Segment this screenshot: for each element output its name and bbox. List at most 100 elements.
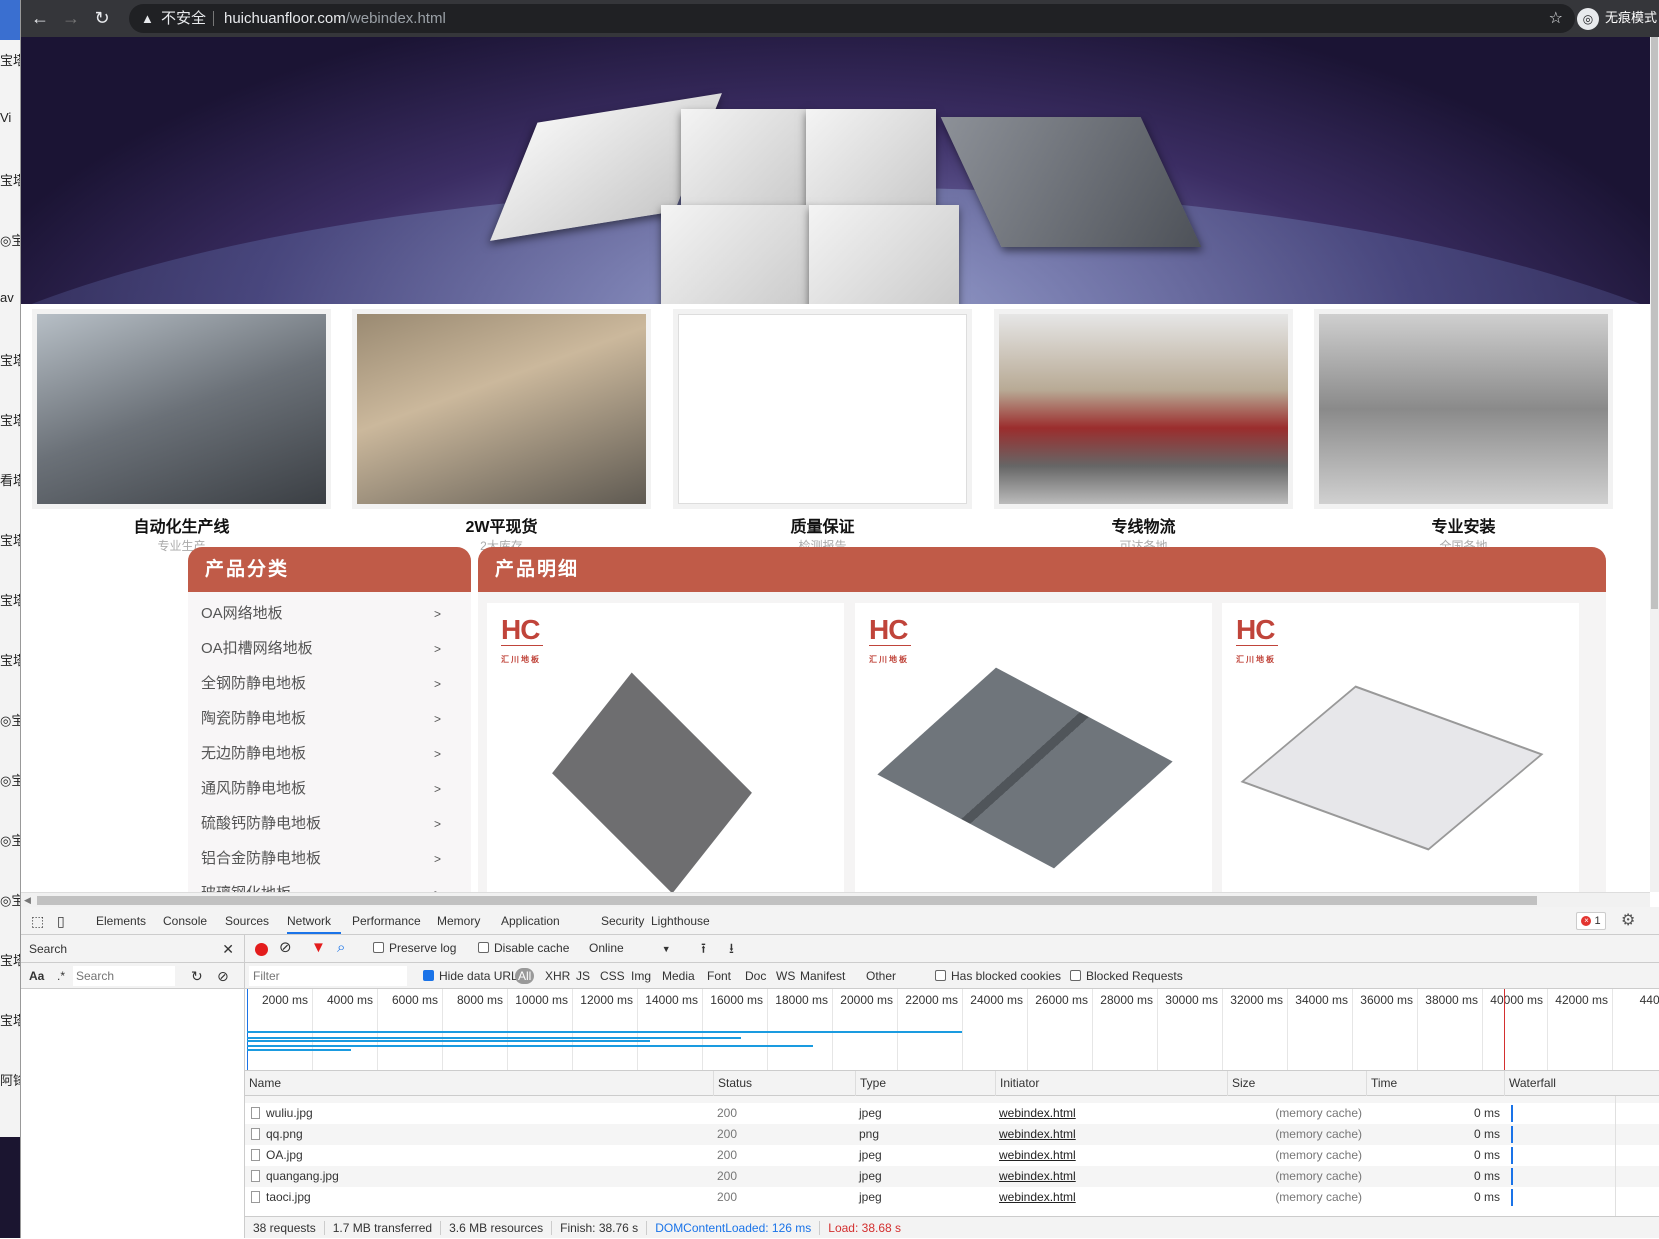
match-case-toggle[interactable]: Aa (29, 963, 44, 989)
tab-console[interactable]: Console (163, 907, 207, 934)
error-count-badge[interactable]: × 1 (1576, 912, 1606, 930)
column-header-size[interactable]: Size (1227, 1071, 1255, 1096)
type-filter-img[interactable]: Img (631, 963, 651, 989)
product-card[interactable]: HC 汇川地板 (487, 603, 844, 892)
network-timeline-overview[interactable]: 2000 ms 4000 ms 6000 ms 8000 ms 10000 ms 1200… (245, 989, 1659, 1071)
filter-input[interactable] (249, 966, 407, 986)
column-header-time[interactable]: Time (1366, 1071, 1397, 1096)
type-filter-other[interactable]: Other (866, 963, 896, 989)
timeline-start (247, 989, 248, 1070)
scroll-left-icon[interactable]: ◀ (24, 893, 31, 907)
category-item[interactable]: 全钢防静电地板 > (201, 672, 441, 696)
request-initiator[interactable]: webindex.html (999, 1145, 1076, 1166)
table-row[interactable]: OA.jpg 200 jpeg webindex.html (memory cache)… (245, 1145, 1659, 1166)
bookmark-star-icon[interactable]: ☆ (1549, 4, 1563, 33)
tab-performance[interactable]: Performance (352, 907, 421, 934)
export-har-icon[interactable]: ⭳ (729, 935, 734, 961)
background-window: 宝塔Vi宝塔◎宝av宝塔宝塔看塔宝塔宝塔宝塔◎宝◎宝◎宝◎宝宝塔宝塔阿锋 (0, 0, 21, 1238)
type-filter-manifest[interactable]: Manifest (800, 963, 845, 989)
hide-data-urls-checkbox[interactable]: Hide data URLs (423, 963, 524, 989)
table-row[interactable]: quangang.jpg 200 jpeg webindex.html (memory … (245, 1166, 1659, 1187)
clear-icon[interactable]: ⊘ (279, 935, 292, 961)
type-filter-js[interactable]: JS (576, 963, 590, 989)
tab-application[interactable]: Application (501, 907, 560, 934)
type-filter-font[interactable]: Font (707, 963, 731, 989)
type-filter-all[interactable]: All (515, 968, 535, 984)
type-filter-doc[interactable]: Doc (745, 963, 766, 989)
address-bar[interactable]: ▲ 不安全 huichuanfloor.com/webindex.html ☆ (129, 4, 1575, 33)
page-vertical-scrollbar[interactable] (1650, 37, 1659, 892)
search-icon[interactable]: ⌕ (337, 935, 345, 961)
blocked-requests-checkbox[interactable]: Blocked Requests (1070, 963, 1183, 989)
tab-network[interactable]: Network (287, 907, 342, 934)
request-initiator[interactable]: webindex.html (999, 1103, 1076, 1124)
category-label: 通风防静电地板 (201, 780, 307, 797)
filter-icon[interactable]: ▼ (311, 935, 326, 961)
column-header-waterfall[interactable]: Waterfall (1504, 1071, 1556, 1096)
category-item[interactable]: 玻璃钢化地板 > (201, 882, 441, 892)
feature-card[interactable] (32, 309, 331, 509)
tab-sources[interactable]: Sources (225, 907, 269, 934)
product-card[interactable]: HC 汇川地板 (1222, 603, 1579, 892)
record-icon[interactable] (255, 943, 268, 956)
feature-image (678, 314, 967, 504)
table-row[interactable]: taoci.jpg 200 jpeg webindex.html (memory cac… (245, 1187, 1659, 1208)
category-item[interactable]: 陶瓷防静电地板 > (201, 707, 441, 731)
category-item[interactable]: 铝合金防静电地板 > (201, 847, 441, 871)
scrollbar-thumb[interactable] (37, 896, 1537, 905)
type-filter-media[interactable]: Media (662, 963, 695, 989)
back-icon[interactable]: ← (28, 6, 52, 30)
reload-icon[interactable]: ↻ (90, 6, 114, 30)
table-row[interactable]: wuliu.jpg 200 jpeg webindex.html (memory cac… (245, 1103, 1659, 1124)
category-item[interactable]: 通风防静电地板 > (201, 777, 441, 801)
device-toolbar-icon[interactable]: ▯ (57, 907, 65, 934)
import-har-icon[interactable]: ⭱ (701, 935, 706, 961)
close-icon[interactable]: ✕ (222, 935, 234, 963)
type-filter-ws[interactable]: WS (776, 963, 795, 989)
category-item[interactable]: OA扣槽网络地板 > (201, 637, 441, 661)
feature-card[interactable] (352, 309, 651, 509)
preserve-log-checkbox[interactable]: Preserve log (373, 935, 456, 961)
throttle-select[interactable]: Online ▼ (589, 935, 671, 962)
request-status: 200 (717, 1190, 738, 1204)
request-initiator[interactable]: webindex.html (999, 1166, 1076, 1187)
regex-toggle[interactable]: .* (57, 963, 65, 989)
tab-memory[interactable]: Memory (437, 907, 480, 934)
banner-floor-tile (806, 109, 936, 209)
scrollbar-thumb[interactable] (1651, 37, 1658, 609)
category-item[interactable]: OA网络地板 > (201, 602, 441, 626)
feature-card[interactable] (1314, 309, 1613, 509)
forward-icon[interactable]: → (59, 6, 83, 30)
column-header-name[interactable]: Name (245, 1071, 281, 1096)
page-horizontal-scrollbar[interactable]: ◀ (21, 892, 1650, 907)
settings-gear-icon[interactable]: ⚙ (1621, 907, 1635, 934)
tab-elements[interactable]: Elements (96, 907, 146, 934)
type-filter-css[interactable]: CSS (600, 963, 625, 989)
tab-lighthouse[interactable]: Lighthouse (651, 907, 710, 934)
disable-cache-checkbox[interactable]: Disable cache (478, 935, 569, 961)
product-card[interactable]: HC 汇川地板 (855, 603, 1212, 892)
incognito-indicator[interactable]: ◎ 无痕模式 (1577, 6, 1657, 30)
refresh-icon[interactable]: ↻ (191, 963, 203, 989)
request-initiator[interactable]: webindex.html (999, 1187, 1076, 1208)
category-item[interactable]: 硫酸钙防静电地板 > (201, 812, 441, 836)
table-row[interactable]: qq.png 200 png webindex.html (memory cache) 0… (245, 1124, 1659, 1145)
column-header-status[interactable]: Status (713, 1071, 752, 1096)
type-filter-xhr[interactable]: XHR (545, 963, 570, 989)
security-label[interactable]: 不安全 (161, 4, 206, 33)
inspect-element-icon[interactable]: ⬚ (31, 907, 44, 934)
tab-security[interactable]: Security (601, 907, 644, 934)
category-item[interactable]: 无边防静电地板 > (201, 742, 441, 766)
request-initiator[interactable]: webindex.html (999, 1124, 1076, 1145)
feature-image (357, 314, 646, 504)
network-filter-bar: Hide data URLs All XHRJS CSS Img Media Font Do… (245, 963, 1659, 989)
feature-card[interactable] (673, 309, 972, 509)
feature-card[interactable] (994, 309, 1293, 509)
file-icon (251, 1107, 260, 1119)
search-input[interactable] (73, 966, 175, 986)
background-text: 宝塔 (0, 413, 20, 428)
has-blocked-cookies-checkbox[interactable]: Has blocked cookies (935, 963, 1061, 989)
column-header-type[interactable]: Type (855, 1071, 886, 1096)
clear-icon[interactable]: ⊘ (217, 963, 229, 989)
column-header-initiator[interactable]: Initiator (995, 1071, 1039, 1096)
